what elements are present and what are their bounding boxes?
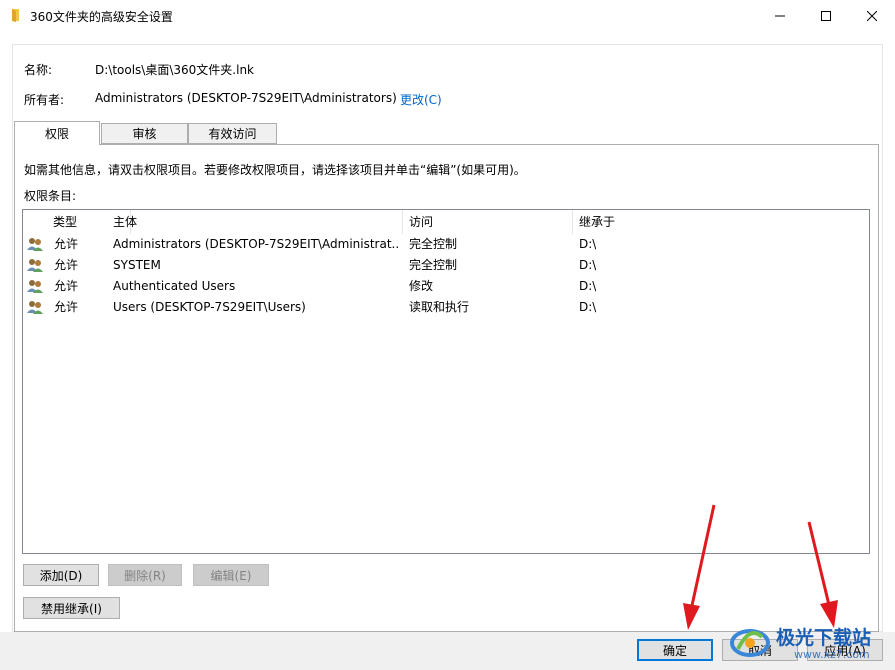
- column-inherited[interactable]: 继承于: [573, 210, 869, 234]
- row-principal: Authenticated Users: [113, 279, 236, 293]
- remove-button[interactable]: 删除(R): [108, 564, 182, 586]
- row-type: 允许: [54, 279, 79, 293]
- window-title: 360文件夹的高级安全设置: [30, 10, 173, 24]
- watermark: 极光下载站 www.xz7.com: [728, 615, 893, 665]
- table-row[interactable]: 允许 Authenticated Users 修改 D:\: [23, 276, 869, 297]
- row-inherited: D:\: [579, 237, 597, 251]
- row-inherited: D:\: [579, 279, 597, 293]
- add-button[interactable]: 添加(D): [23, 564, 99, 586]
- minimize-icon: [775, 15, 785, 16]
- change-owner-link[interactable]: 更改(C): [400, 91, 442, 108]
- row-access: 完全控制: [409, 237, 458, 251]
- row-access: 完全控制: [409, 258, 458, 272]
- watermark-url: www.xz7.com: [794, 648, 870, 661]
- tab-effective-access[interactable]: 有效访问: [188, 123, 277, 144]
- name-label: 名称:: [24, 63, 53, 77]
- permission-entries-list[interactable]: 类型 主体 访问 继承于 允许 Administrators (DESKTOP-…: [22, 209, 870, 554]
- row-type: 允许: [54, 300, 79, 314]
- row-inherited: D:\: [579, 258, 597, 272]
- row-type: 允许: [54, 237, 79, 251]
- user-group-icon: [27, 280, 43, 293]
- entries-label: 权限条目:: [24, 189, 77, 203]
- table-row[interactable]: 允许 Users (DESKTOP-7S29EIT\Users) 读取和执行 D…: [23, 297, 869, 318]
- edit-button[interactable]: 编辑(E): [193, 564, 269, 586]
- permissions-hint: 如需其他信息，请双击权限项目。若要修改权限项目，请选择该项目并单击“编辑”(如果…: [24, 163, 526, 177]
- watermark-text: 极光下载站: [776, 627, 872, 649]
- tab-auditing[interactable]: 审核: [101, 123, 188, 144]
- ok-button[interactable]: 确定: [637, 639, 713, 661]
- maximize-icon: [821, 10, 831, 21]
- folder-icon: [12, 9, 19, 22]
- user-group-icon: [27, 238, 43, 251]
- close-icon: [867, 10, 877, 21]
- owner-value: Administrators (DESKTOP-7S29EIT\Administ…: [95, 91, 397, 105]
- row-inherited: D:\: [579, 300, 597, 314]
- row-access: 修改: [409, 279, 434, 293]
- name-value: D:\tools\桌面\360文件夹.lnk: [95, 63, 254, 77]
- row-access: 读取和执行: [409, 300, 470, 314]
- column-principal[interactable]: 主体: [107, 210, 403, 234]
- owner-label: 所有者:: [24, 93, 65, 107]
- row-principal: SYSTEM: [113, 258, 161, 272]
- close-button[interactable]: [849, 0, 895, 31]
- list-header: 类型 主体 访问 继承于: [23, 210, 869, 234]
- row-principal: Users (DESKTOP-7S29EIT\Users): [113, 300, 306, 314]
- row-type: 允许: [54, 258, 79, 272]
- column-access[interactable]: 访问: [403, 210, 573, 234]
- disable-inheritance-button[interactable]: 禁用继承(I): [23, 597, 120, 619]
- maximize-button[interactable]: [803, 0, 849, 31]
- aurora-logo-icon: [730, 629, 770, 657]
- row-principal: Administrators (DESKTOP-7S29EIT\Administ…: [113, 237, 399, 251]
- minimize-button[interactable]: [757, 0, 803, 31]
- user-group-icon: [27, 301, 43, 314]
- table-row[interactable]: 允许 SYSTEM 完全控制 D:\: [23, 255, 869, 276]
- user-group-icon: [27, 259, 43, 272]
- table-row[interactable]: 允许 Administrators (DESKTOP-7S29EIT\Admin…: [23, 234, 869, 255]
- title-bar: 360文件夹的高级安全设置: [0, 0, 895, 31]
- tab-permissions[interactable]: 权限: [14, 121, 100, 145]
